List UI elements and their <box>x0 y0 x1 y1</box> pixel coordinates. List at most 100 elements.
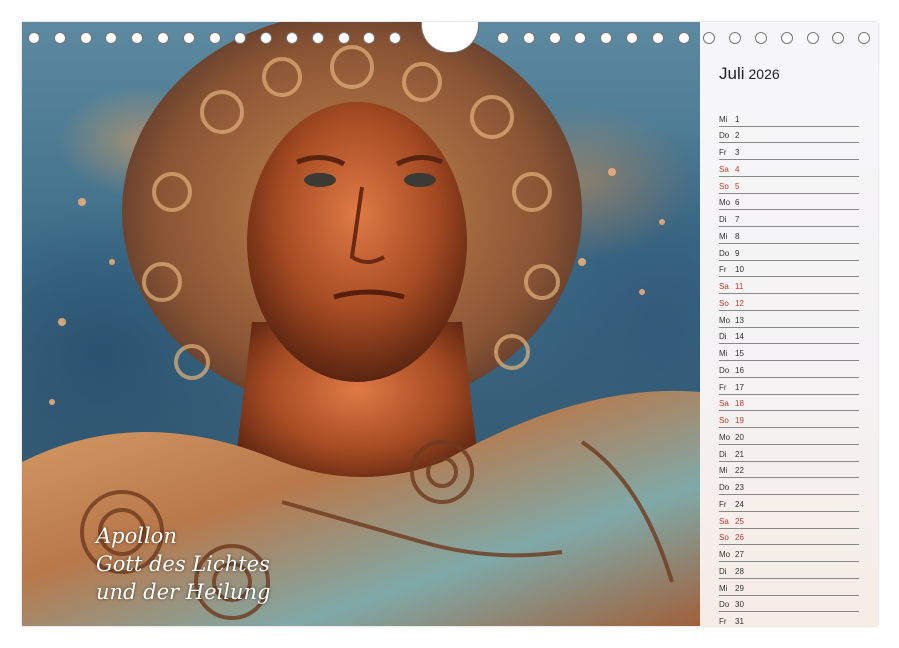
day-row: Mi 8 <box>719 227 859 244</box>
weekday-label: Fr <box>719 148 727 158</box>
weekday-label: Sa <box>719 282 729 292</box>
weekday-label: Di <box>719 449 727 459</box>
day-row: Mi 22 <box>719 462 859 479</box>
day-number: 20 <box>735 432 744 442</box>
day-row: Di 28 <box>719 562 859 579</box>
day-number: 11 <box>735 282 744 292</box>
day-row: Mi 15 <box>719 345 859 362</box>
calendar-panel: Juli 2026 Mi 1 Do 2 Fr 3 Sa 4 So 5 Mo 6 Di 7 Mi 8 Do 9 Fr 10… <box>700 22 878 626</box>
weekday-label: Do <box>719 365 730 375</box>
day-number: 25 <box>735 516 744 526</box>
weekday-label: Fr <box>719 499 727 509</box>
weekday-label: Mo <box>719 198 731 208</box>
day-row: Di 14 <box>719 328 859 345</box>
day-number: 1 <box>735 114 740 124</box>
day-row: Do 23 <box>719 479 859 496</box>
weekday-label: Do <box>719 483 730 493</box>
day-number: 30 <box>735 600 744 610</box>
day-row: So 5 <box>719 177 859 194</box>
weekday-label: Do <box>719 248 730 258</box>
weekday-label: Sa <box>719 516 729 526</box>
weekday-label: Mo <box>719 315 731 325</box>
day-row: Sa 11 <box>719 278 859 295</box>
day-number: 15 <box>735 349 744 359</box>
weekday-label: So <box>719 416 729 426</box>
binding-hole <box>548 32 561 44</box>
binding-hole <box>286 32 298 44</box>
day-row: Fr 17 <box>719 378 859 395</box>
day-number: 26 <box>735 533 744 543</box>
weekday-label: Mi <box>719 583 728 593</box>
binding-hole <box>337 32 350 44</box>
apollo-artwork: Apollon Gott des Lichtes und der Heilung <box>22 22 700 626</box>
day-row: Mo 27 <box>719 546 859 563</box>
day-number: 12 <box>735 298 744 308</box>
day-number: 22 <box>735 466 744 476</box>
month-title: Juli 2026 <box>719 64 780 84</box>
day-number: 8 <box>735 231 740 241</box>
weekday-label: Do <box>719 600 730 610</box>
weekday-label: Mo <box>719 432 731 442</box>
day-row: Sa 18 <box>719 395 859 412</box>
binding-hole <box>28 32 40 44</box>
day-number: 28 <box>735 566 744 576</box>
binding-hole <box>677 32 690 44</box>
day-number: 24 <box>735 499 744 509</box>
day-row: Fr 3 <box>719 144 859 161</box>
binding-hole <box>208 32 221 44</box>
weekday-label: So <box>719 533 729 543</box>
caption-line-3: und der Heilung <box>96 580 271 604</box>
day-row: Di 7 <box>719 211 859 228</box>
binding-hole <box>806 32 819 44</box>
day-number: 7 <box>735 215 740 225</box>
weekday-label: Di <box>719 332 727 342</box>
day-number: 31 <box>735 617 744 626</box>
weekday-label: Mi <box>719 231 728 241</box>
weekday-label: Di <box>719 566 727 576</box>
day-row: Do 30 <box>719 596 859 613</box>
day-row: Mo 13 <box>719 311 859 328</box>
binding-hole <box>79 32 92 44</box>
artwork-caption: Apollon Gott des Lichtes und der Heilung <box>96 522 270 606</box>
day-row: Di 21 <box>719 445 859 462</box>
binding-hole <box>311 32 324 44</box>
binding-hole <box>755 32 767 44</box>
weekday-label: Do <box>719 131 730 141</box>
calendar-page: Apollon Gott des Lichtes und der Heilung… <box>22 22 878 626</box>
day-row: Fr 24 <box>719 495 859 512</box>
day-number: 23 <box>735 483 744 493</box>
day-number: 10 <box>735 265 744 275</box>
day-row: Fr 31 <box>719 613 859 626</box>
weekday-label: Mi <box>719 466 728 476</box>
day-row: Mi 1 <box>719 110 859 127</box>
day-row: Fr 10 <box>719 261 859 278</box>
day-row: So 12 <box>719 294 859 311</box>
weekday-label: Fr <box>719 382 727 392</box>
day-number: 13 <box>735 315 744 325</box>
day-row: Do 2 <box>719 127 859 144</box>
caption-line-1: Apollon <box>96 524 177 548</box>
day-number: 14 <box>735 332 744 342</box>
day-row: Mi 29 <box>719 579 859 596</box>
binding-hole <box>53 32 66 44</box>
day-row: Do 16 <box>719 361 859 378</box>
day-row: Sa 25 <box>719 512 859 529</box>
day-number: 21 <box>735 449 744 459</box>
weekday-label: Sa <box>719 164 729 174</box>
day-row: Mo 6 <box>719 194 859 211</box>
day-number: 2 <box>735 131 740 141</box>
day-number: 18 <box>735 399 744 409</box>
day-number: 3 <box>735 148 740 158</box>
weekday-label: Sa <box>719 399 729 409</box>
weekday-label: Fr <box>719 617 727 626</box>
binding-hole <box>651 32 664 44</box>
day-row: So 19 <box>719 412 859 429</box>
day-row: Mo 20 <box>719 428 859 445</box>
day-row: Sa 4 <box>719 160 859 177</box>
day-number: 9 <box>735 248 740 258</box>
weekday-label: Mo <box>719 550 731 560</box>
weekday-label: Fr <box>719 265 727 275</box>
month-name: Juli <box>719 64 745 83</box>
weekday-label: So <box>719 298 729 308</box>
binding-hole <box>497 32 509 44</box>
